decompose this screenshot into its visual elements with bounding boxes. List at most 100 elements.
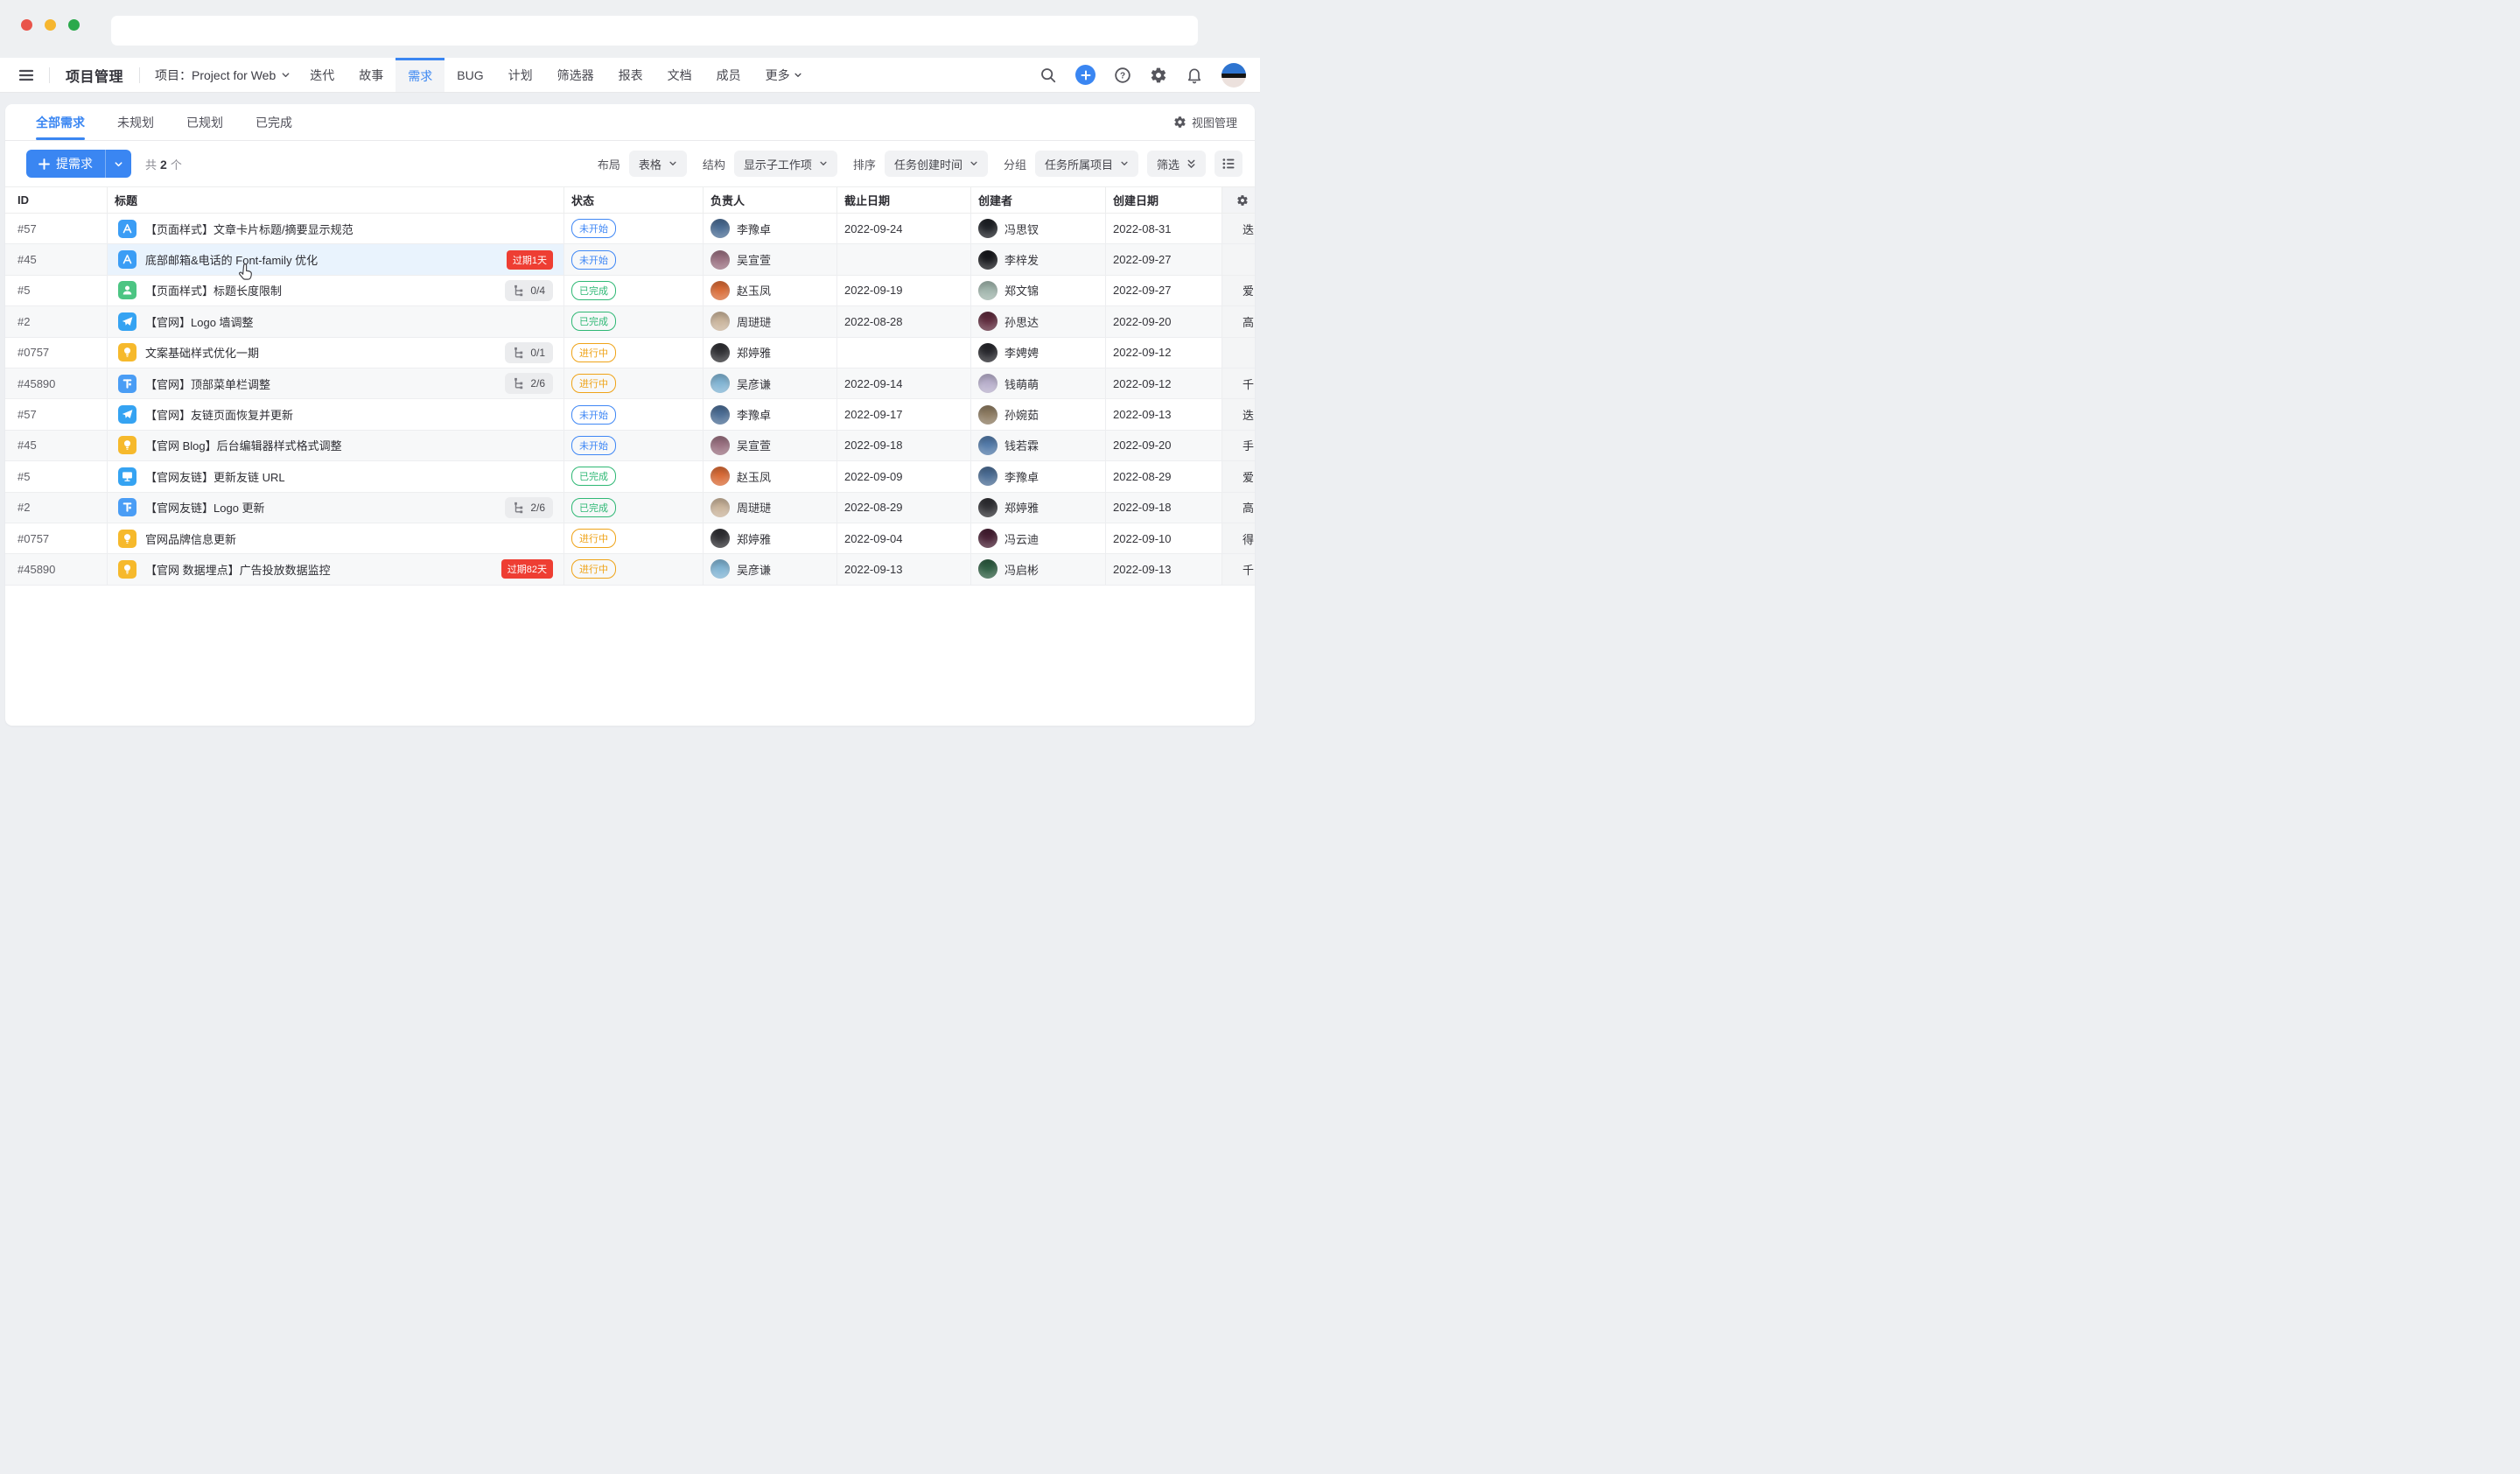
task-title[interactable]: 【官网】Logo 墙调整: [145, 313, 254, 330]
quick-create-icon[interactable]: [1075, 65, 1096, 85]
view-tab-未规划[interactable]: 未规划: [117, 104, 154, 140]
menu-icon[interactable]: [18, 67, 35, 84]
bulb-icon: [118, 343, 136, 361]
minimize-window-button[interactable]: [45, 19, 56, 31]
subtask-count[interactable]: 0/4: [505, 280, 553, 301]
view-tab-全部需求[interactable]: 全部需求: [36, 104, 85, 140]
task-title[interactable]: 【官网】友链页面恢复并更新: [145, 406, 293, 423]
nav-item-迭代[interactable]: 迭代: [298, 58, 346, 92]
nav-item-故事[interactable]: 故事: [346, 58, 396, 92]
task-title[interactable]: 【页面样式】文章卡片标题/摘要显示规范: [145, 221, 354, 237]
user-avatar[interactable]: [1222, 63, 1246, 88]
task-id: #45890: [5, 554, 108, 584]
task-title[interactable]: 【官网 数据埋点】广告投放数据监控: [145, 561, 331, 578]
task-title-cell[interactable]: 【官网 数据埋点】广告投放数据监控过期82天: [108, 554, 564, 584]
nav-item-需求[interactable]: 需求: [396, 58, 444, 92]
table-row[interactable]: #5【页面样式】标题长度限制0/4已完成赵玉凤2022-09-19郑文锦2022…: [5, 276, 1255, 306]
project-selector[interactable]: 项目：Project for Web: [155, 67, 290, 84]
filter-dropdown[interactable]: 筛选: [1147, 151, 1206, 177]
search-icon[interactable]: [1040, 67, 1057, 84]
task-title[interactable]: 【官网友链】Logo 更新: [145, 499, 265, 516]
address-bar[interactable]: [111, 16, 1198, 46]
create-dropdown-caret[interactable]: [105, 150, 131, 178]
notifications-bell-icon[interactable]: [1186, 67, 1203, 84]
task-title-cell[interactable]: 【官网友链】Logo 更新 2/6: [108, 493, 564, 523]
task-title-cell[interactable]: 【官网友链】更新友链 URL: [108, 461, 564, 491]
table-row[interactable]: #57【页面样式】文章卡片标题/摘要显示规范未开始李豫卓2022-09-24冯思…: [5, 214, 1255, 244]
task-title[interactable]: 文案基础样式优化一期: [145, 344, 259, 361]
status-badge[interactable]: 已完成: [571, 498, 616, 517]
task-title-cell[interactable]: 【页面样式】标题长度限制 0/4: [108, 276, 564, 305]
task-title[interactable]: 底部邮箱&电话的 Font-family 优化: [145, 251, 318, 268]
task-title-cell[interactable]: 【官网】顶部菜单栏调整 2/6: [108, 368, 564, 398]
table-row[interactable]: #57【官网】友链页面恢复并更新未开始李豫卓2022-09-17孙婉茹2022-…: [5, 399, 1255, 430]
column-settings-gear-icon[interactable]: [1222, 187, 1255, 213]
nav-item-文档[interactable]: 文档: [655, 58, 704, 92]
table-row[interactable]: #45【官网 Blog】后台编辑器样式格式调整未开始吴宣萱2022-09-18钱…: [5, 431, 1255, 461]
nav-item-报表[interactable]: 报表: [606, 58, 655, 92]
view-tab-已规划[interactable]: 已规划: [186, 104, 223, 140]
task-title-cell[interactable]: 【官网】Logo 墙调整: [108, 306, 564, 336]
avatar: [710, 405, 730, 425]
status-badge[interactable]: 未开始: [571, 436, 616, 455]
create-requirement-button[interactable]: 提需求: [26, 150, 131, 178]
task-title[interactable]: 【官网】顶部菜单栏调整: [145, 376, 270, 392]
table-row[interactable]: #5【官网友链】更新友链 URL已完成赵玉凤2022-09-09李豫卓2022-…: [5, 461, 1255, 492]
task-title-cell[interactable]: 底部邮箱&电话的 Font-family 优化过期1天: [108, 244, 564, 274]
dropdown-排序[interactable]: 任务创建时间: [885, 151, 988, 177]
nav-item-更多[interactable]: 更多: [753, 58, 815, 92]
nav-item-计划[interactable]: 计划: [496, 58, 545, 92]
status-badge[interactable]: 进行中: [571, 374, 616, 393]
subtask-count[interactable]: 2/6: [505, 497, 553, 518]
status-badge[interactable]: 已完成: [571, 281, 616, 300]
status-badge[interactable]: 已完成: [571, 467, 616, 486]
table-row[interactable]: #45890【官网 数据埋点】广告投放数据监控过期82天进行中吴彦谦2022-0…: [5, 554, 1255, 585]
table-row[interactable]: #2【官网】Logo 墙调整已完成周琎琎2022-08-28孙思达2022-09…: [5, 306, 1255, 337]
subtask-count[interactable]: 0/1: [505, 342, 553, 363]
task-title-cell[interactable]: 【页面样式】文章卡片标题/摘要显示规范: [108, 214, 564, 243]
status-badge[interactable]: 进行中: [571, 559, 616, 579]
task-title[interactable]: 官网品牌信息更新: [145, 530, 236, 547]
column-header-状态[interactable]: 状态: [564, 187, 704, 213]
column-header-截止日期[interactable]: 截止日期: [837, 187, 971, 213]
task-title-cell[interactable]: 【官网 Blog】后台编辑器样式格式调整: [108, 431, 564, 460]
table-row[interactable]: #0757官网品牌信息更新进行中郑婷雅2022-09-04冯云迪2022-09-…: [5, 523, 1255, 554]
task-title[interactable]: 【官网友链】更新友链 URL: [145, 468, 285, 485]
density-list-icon[interactable]: [1214, 151, 1242, 177]
task-title[interactable]: 【页面样式】标题长度限制: [145, 282, 282, 298]
column-header-负责人[interactable]: 负责人: [704, 187, 837, 213]
settings-gear-icon[interactable]: [1150, 67, 1167, 84]
column-header-ID[interactable]: ID: [5, 187, 108, 213]
status-badge[interactable]: 未开始: [571, 219, 616, 238]
avatar: [710, 498, 730, 517]
column-header-标题[interactable]: 标题: [108, 187, 564, 213]
status-badge[interactable]: 已完成: [571, 312, 616, 331]
dropdown-分组[interactable]: 任务所属项目: [1035, 151, 1138, 177]
divider: [139, 67, 140, 83]
column-header-创建者[interactable]: 创建者: [971, 187, 1106, 213]
task-title-cell[interactable]: 【官网】友链页面恢复并更新: [108, 399, 564, 429]
nav-item-筛选器[interactable]: 筛选器: [545, 58, 606, 92]
subtask-count[interactable]: 2/6: [505, 373, 553, 394]
table-row[interactable]: #45890【官网】顶部菜单栏调整2/6进行中吴彦谦2022-09-14钱萌萌2…: [5, 368, 1255, 399]
close-window-button[interactable]: [21, 19, 32, 31]
view-manage-button[interactable]: 视图管理: [1173, 104, 1237, 140]
status-badge[interactable]: 进行中: [571, 343, 616, 362]
table-row[interactable]: #45底部邮箱&电话的 Font-family 优化过期1天未开始吴宣萱李梓发2…: [5, 244, 1255, 275]
status-badge[interactable]: 未开始: [571, 250, 616, 270]
dropdown-布局[interactable]: 表格: [629, 151, 687, 177]
view-tab-已完成[interactable]: 已完成: [256, 104, 292, 140]
task-title[interactable]: 【官网 Blog】后台编辑器样式格式调整: [145, 437, 342, 453]
dropdown-结构[interactable]: 显示子工作项: [734, 151, 837, 177]
nav-item-BUG[interactable]: BUG: [444, 58, 495, 92]
zoom-window-button[interactable]: [68, 19, 80, 31]
status-badge[interactable]: 未开始: [571, 405, 616, 425]
help-icon[interactable]: ?: [1114, 67, 1131, 84]
status-badge[interactable]: 进行中: [571, 529, 616, 548]
task-title-cell[interactable]: 官网品牌信息更新: [108, 523, 564, 553]
table-row[interactable]: #0757文案基础样式优化一期0/1进行中郑婷雅李娉娉2022-09-12: [5, 338, 1255, 368]
task-title-cell[interactable]: 文案基础样式优化一期 0/1: [108, 338, 564, 368]
column-header-创建日期[interactable]: 创建日期: [1106, 187, 1222, 213]
table-row[interactable]: #2【官网友链】Logo 更新2/6已完成周琎琎2022-08-29郑婷雅202…: [5, 493, 1255, 523]
nav-item-成员[interactable]: 成员: [704, 58, 753, 92]
